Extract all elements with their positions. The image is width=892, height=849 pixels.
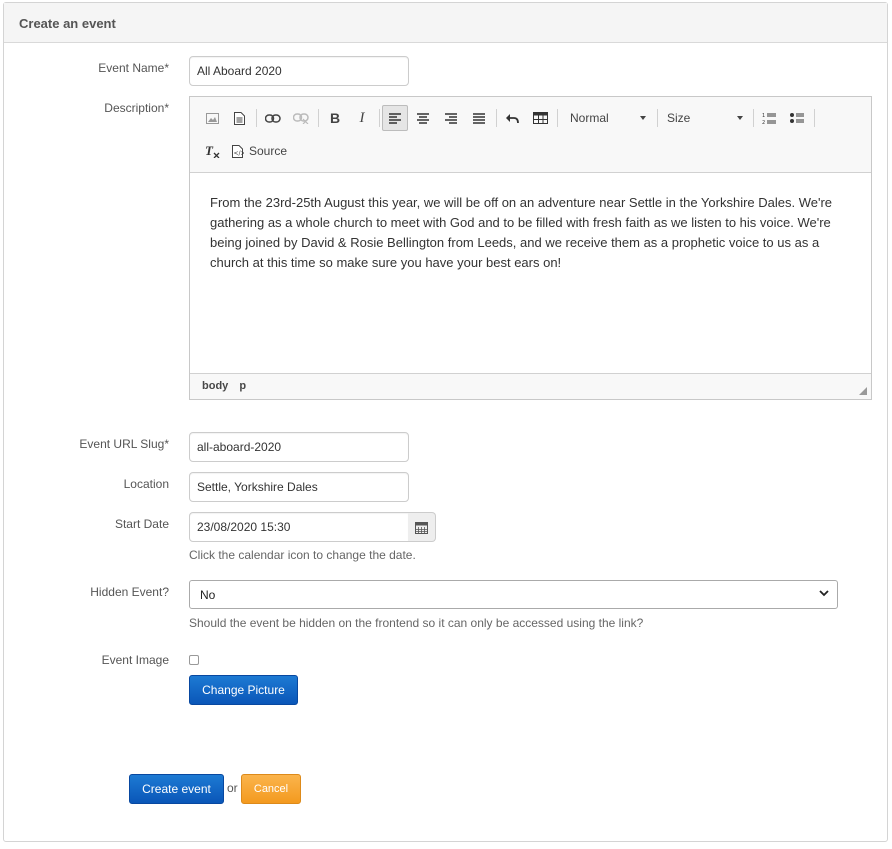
align-right-icon[interactable] xyxy=(438,105,464,131)
path-p[interactable]: p xyxy=(239,380,246,392)
calendar-button[interactable] xyxy=(408,512,436,542)
hidden-event-value: No xyxy=(200,588,216,602)
start-date-help: Click the calendar icon to change the da… xyxy=(189,548,416,562)
chevron-down-icon xyxy=(737,116,743,120)
start-date-label: Start Date xyxy=(114,517,169,531)
italic-icon[interactable]: I xyxy=(349,105,375,131)
event-name-input[interactable] xyxy=(189,56,409,86)
chevron-down-icon xyxy=(640,116,646,120)
hidden-event-help: Should the event be hidden on the fronte… xyxy=(189,616,644,630)
link-icon[interactable] xyxy=(260,105,286,131)
panel-title: Create an event xyxy=(4,3,887,43)
cancel-button[interactable]: Cancel xyxy=(241,774,301,804)
svg-text:1: 1 xyxy=(762,113,765,119)
remove-format-icon[interactable]: T xyxy=(199,138,225,164)
change-picture-button[interactable]: Change Picture xyxy=(189,675,298,705)
slug-input[interactable] xyxy=(189,432,409,462)
hidden-event-label: Hidden Event? xyxy=(90,585,169,599)
editor-path-bar: body p xyxy=(190,373,871,399)
size-combo-label: Size xyxy=(667,111,691,125)
create-event-button[interactable]: Create event xyxy=(129,774,224,804)
format-combo[interactable]: Normal xyxy=(562,105,652,131)
size-combo[interactable]: Size xyxy=(659,105,749,131)
event-image-checkbox[interactable] xyxy=(189,655,199,665)
source-icon: </> xyxy=(232,144,245,158)
svg-text:2: 2 xyxy=(762,120,765,125)
chevron-down-icon xyxy=(819,589,829,600)
event-name-label: Event Name* xyxy=(98,61,169,75)
align-center-icon[interactable] xyxy=(410,105,436,131)
description-label: Description* xyxy=(104,101,169,115)
calendar-icon xyxy=(415,521,428,534)
or-text: or xyxy=(227,781,238,795)
document-icon[interactable] xyxy=(226,105,252,131)
source-button[interactable]: </> Source xyxy=(228,138,294,164)
justify-icon[interactable] xyxy=(466,105,492,131)
resize-handle-icon[interactable] xyxy=(859,387,867,395)
location-label: Location xyxy=(123,477,169,491)
svg-text:T: T xyxy=(205,144,214,158)
align-left-icon[interactable] xyxy=(382,105,408,131)
bullet-list-icon[interactable] xyxy=(784,105,810,131)
hidden-event-select[interactable]: No xyxy=(189,580,838,609)
svg-text:</>: </> xyxy=(234,150,245,157)
start-date-input[interactable] xyxy=(189,512,409,542)
undo-icon[interactable] xyxy=(499,105,525,131)
path-body[interactable]: body xyxy=(202,380,228,392)
unlink-icon[interactable] xyxy=(288,105,314,131)
image-icon[interactable] xyxy=(199,105,225,131)
numbered-list-icon[interactable]: 12 xyxy=(756,105,782,131)
editor-content[interactable]: From the 23rd-25th August this year, we … xyxy=(190,173,871,373)
format-combo-label: Normal xyxy=(570,111,609,125)
editor-toolbar: B I Normal Size 1 2 T </> Source xyxy=(190,97,871,173)
bold-icon[interactable]: B xyxy=(322,105,348,131)
location-input[interactable] xyxy=(189,472,409,502)
source-label: Source xyxy=(249,144,288,158)
description-editor: B I Normal Size 1 2 T </> Source From th… xyxy=(189,96,872,400)
slug-label: Event URL Slug* xyxy=(79,437,169,451)
event-image-label: Event Image xyxy=(101,653,169,667)
table-icon[interactable] xyxy=(527,105,553,131)
